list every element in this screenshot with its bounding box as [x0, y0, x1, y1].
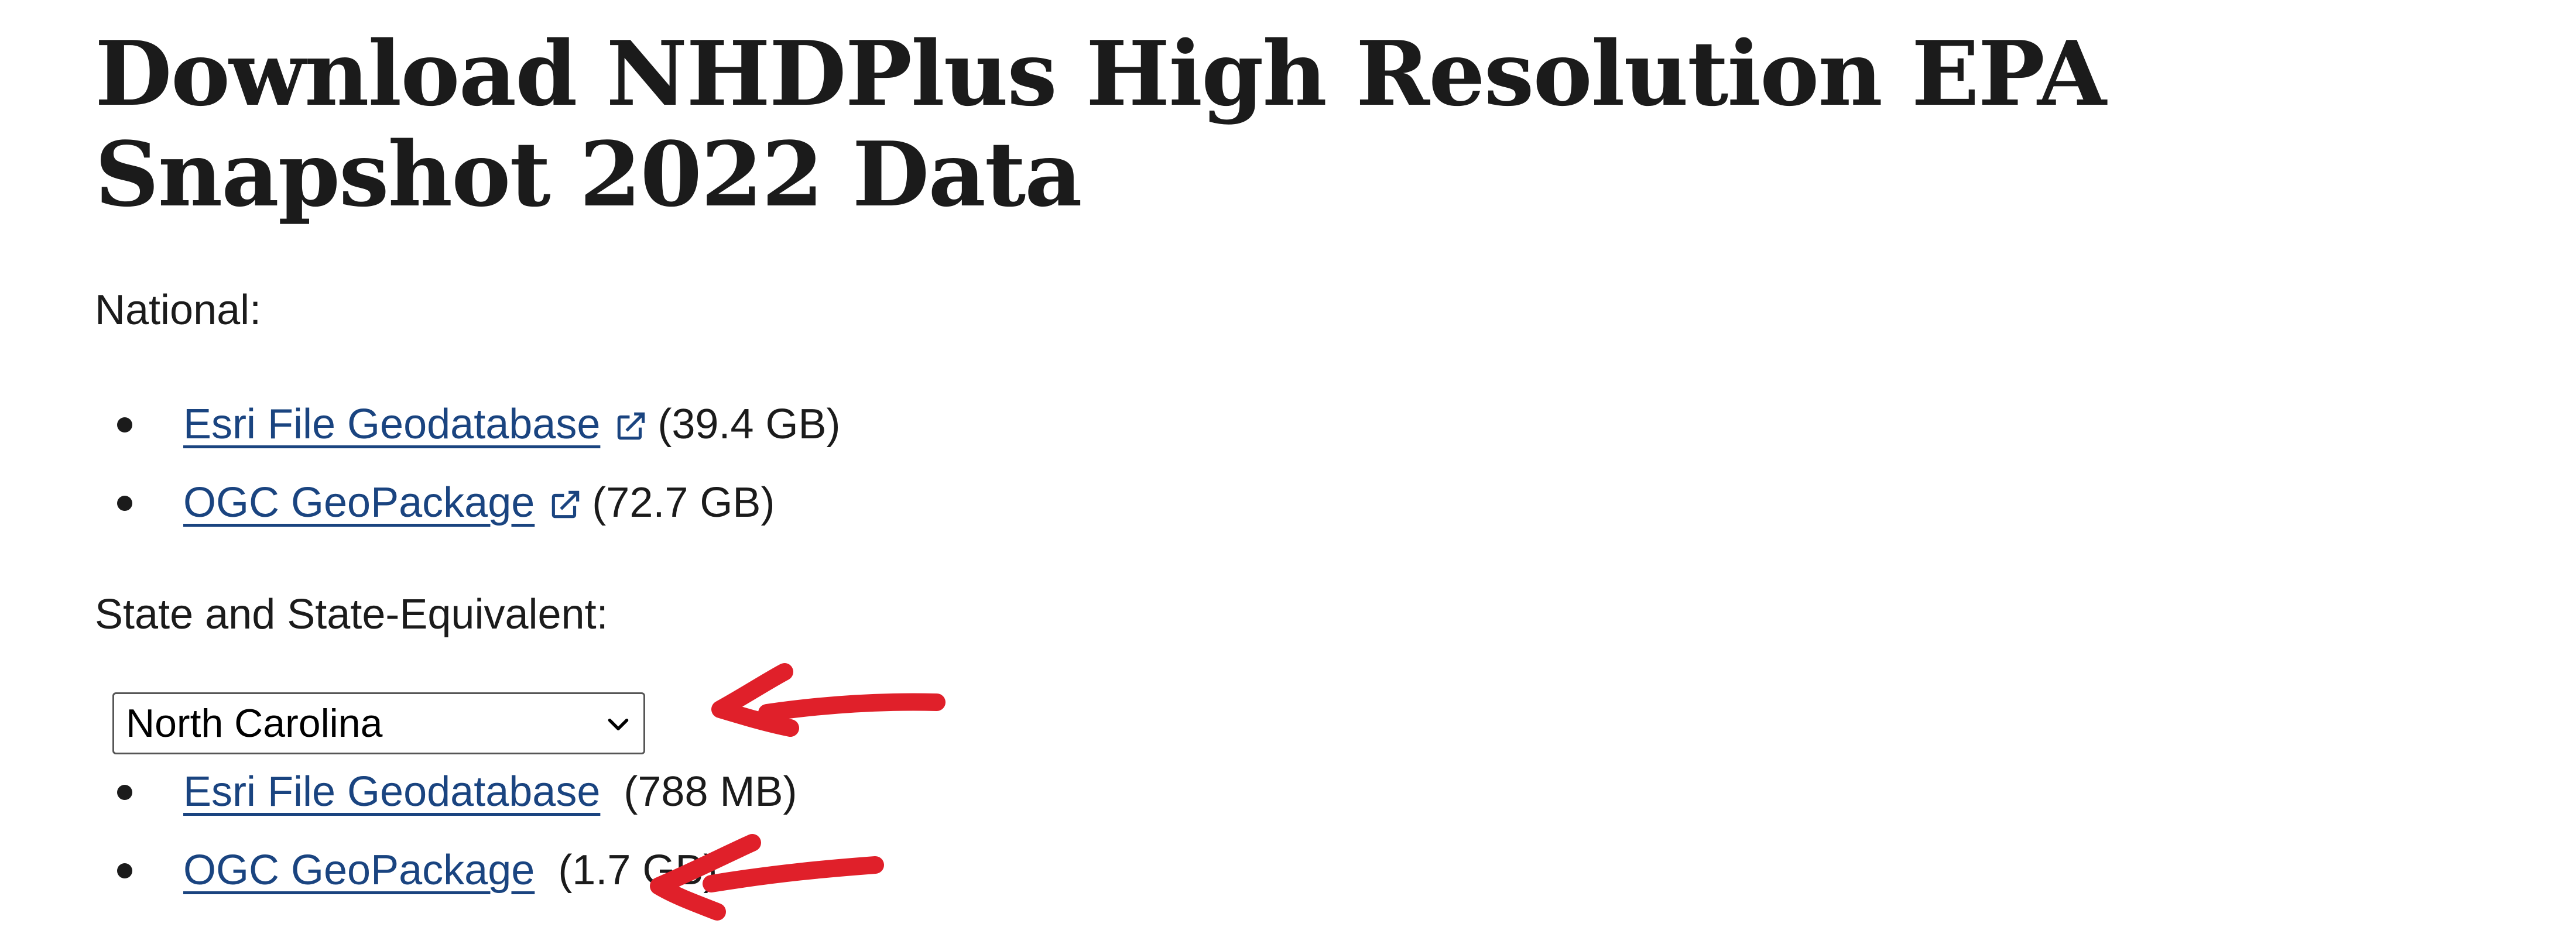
- page-content: Download NHDPlus High Resolution EPA Sna…: [95, 23, 2495, 225]
- national-label: National:: [95, 287, 262, 334]
- bullet: [117, 496, 132, 511]
- state-geopackage-link[interactable]: OGC GeoPackage: [183, 847, 535, 894]
- bullet: [117, 417, 132, 432]
- state-select[interactable]: North Carolina: [112, 692, 645, 754]
- chevron-down-icon: [608, 718, 629, 730]
- state-select-value: North Carolina: [126, 701, 383, 746]
- red-arrow-annotation: [650, 834, 884, 921]
- bullet: [117, 785, 132, 800]
- page-title: Download NHDPlus High Resolution EPA Sna…: [95, 21, 2106, 226]
- state-esri-gdb-link[interactable]: Esri File Geodatabase: [183, 768, 600, 815]
- file-size: (39.4 GB): [657, 401, 841, 448]
- state-label: State and State-Equivalent:: [95, 591, 608, 638]
- bullet: [117, 863, 132, 878]
- list-item: OGC GeoPackage (72.7 GB): [117, 476, 841, 555]
- national-geopackage-link[interactable]: OGC GeoPackage: [183, 479, 535, 526]
- file-size: (72.7 GB): [592, 479, 775, 526]
- red-arrow-annotation: [711, 663, 946, 737]
- list-item: Esri File Geodatabase (788 MB): [117, 765, 797, 844]
- list-item: Esri File Geodatabase (39.4 GB): [117, 398, 841, 476]
- external-link-icon: [547, 482, 584, 519]
- national-esri-gdb-link[interactable]: Esri File Geodatabase: [183, 401, 600, 448]
- national-download-list: Esri File Geodatabase (39.4 GB) OGC GeoPa…: [117, 398, 841, 555]
- external-link-icon: [613, 404, 649, 440]
- file-size: (788 MB): [624, 768, 797, 815]
